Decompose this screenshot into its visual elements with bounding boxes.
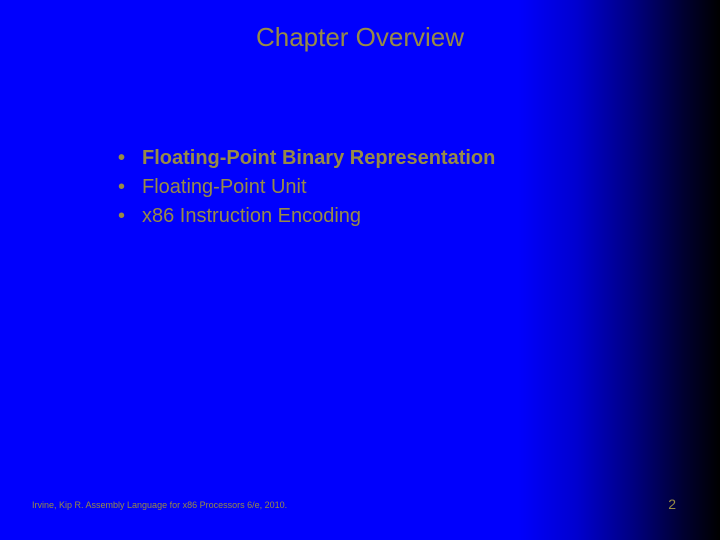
page-number: 2 [668, 496, 676, 512]
slide-title: Chapter Overview [0, 22, 720, 53]
bullet-list: Floating-Point Binary Representation Flo… [118, 144, 495, 231]
footer-citation: Irvine, Kip R. Assembly Language for x86… [32, 500, 287, 510]
bullet-item: x86 Instruction Encoding [118, 202, 495, 231]
slide: Chapter Overview Floating-Point Binary R… [0, 0, 720, 540]
bullet-item: Floating-Point Unit [118, 173, 495, 202]
bullet-item: Floating-Point Binary Representation [118, 144, 495, 173]
